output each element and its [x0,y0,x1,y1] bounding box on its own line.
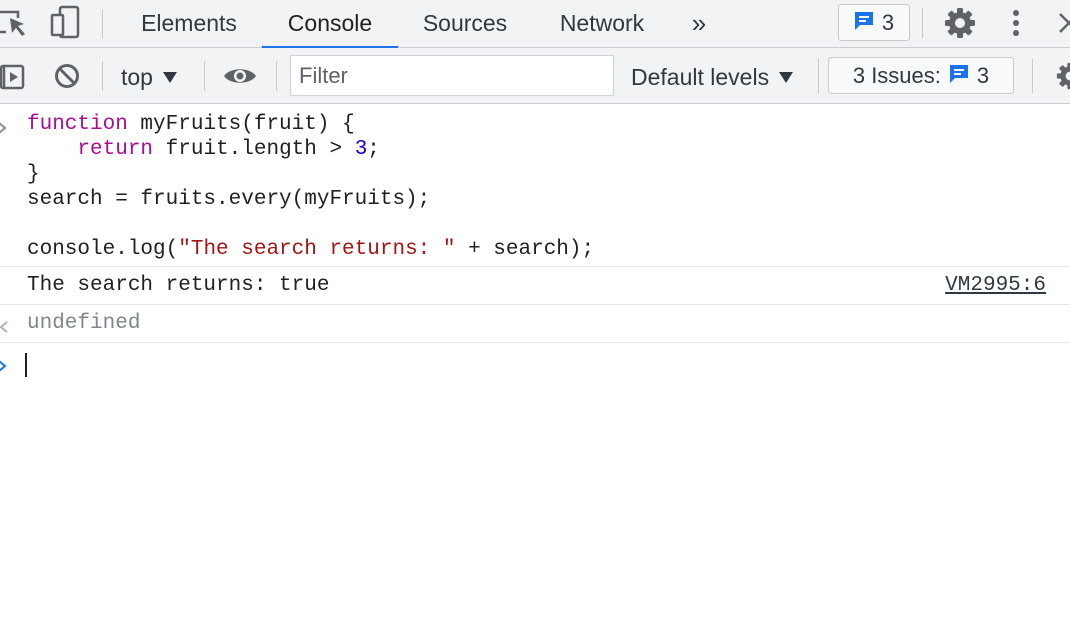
code-token: fruit.length > [153,138,355,161]
code-token: + search); [455,238,595,261]
toolbar-divider [102,10,103,38]
return-value: undefined [27,312,141,335]
log-levels-label: Default levels [631,63,770,90]
code-token: search = fruits.every(myFruits); [27,188,431,211]
tab-network[interactable]: Network [544,0,660,48]
log-levels-dropdown[interactable]: Default levels [631,62,794,92]
code-token: "The search returns: " [178,238,456,261]
console-prompt-line[interactable] [0,343,1070,389]
tab-console[interactable]: Console [262,0,398,49]
code-token: ; [367,138,380,161]
tab-elements[interactable]: Elements [126,0,252,48]
console-output: function myFruits(fruit) { return fruit.… [0,104,1070,628]
eye-icon[interactable] [223,65,257,87]
console-prompt-icon [0,119,9,134]
device-toolbar-icon[interactable] [50,5,82,39]
code-token: myFruits(fruit) { [127,113,355,136]
console-log-entry: The search returns: true VM2995:6 [0,267,1070,305]
sidebar-toggle-icon[interactable] [0,64,26,90]
gear-icon[interactable] [1056,62,1070,90]
issues-label: 3 Issues: [852,62,941,88]
messages-count: 3 [881,9,895,35]
code-token: return [77,138,154,161]
toolbar-divider [204,61,205,91]
code-line: function myFruits(fruit) { [27,112,355,137]
context-selector[interactable]: top [121,62,177,92]
filter-input[interactable] [290,55,614,96]
toolbar-divider [1032,59,1033,93]
clear-console-icon[interactable] [54,63,80,89]
log-message: The search returns: true [27,274,330,297]
toolbar-divider [102,61,103,91]
gear-icon[interactable] [944,7,976,39]
issues-button[interactable]: 3 Issues: 3 [828,57,1014,94]
issues-count: 3 [976,62,990,88]
code-line: return fruit.length > 3; [27,137,380,162]
tab-sources[interactable]: Sources [408,0,522,48]
toolbar-divider [276,61,277,91]
toolbar-divider [922,8,923,38]
chevron-double-right-icon[interactable]: » [684,0,714,48]
devtools-tab-bar: Elements Console Sources Network » 3 [0,0,1070,49]
code-token: console.log( [27,238,179,261]
code-line: console.log("The search returns: " + sea… [27,237,594,262]
code-token: 3 [354,138,368,161]
source-link[interactable]: VM2995:6 [945,273,1046,298]
text-cursor [25,353,27,377]
code-token: function [27,113,128,136]
console-toolbar: top Default levels 3 Issues: 3 [0,48,1070,104]
console-input-entry: function myFruits(fruit) { return fruit.… [0,104,1070,267]
inspect-element-icon[interactable] [0,8,28,38]
return-arrow-icon [0,318,9,333]
messages-badge-button[interactable]: 3 [838,4,910,41]
kebab-menu-icon[interactable] [1010,9,1022,39]
code-line: } [27,162,40,187]
code-token: } [27,163,40,186]
toolbar-divider [818,59,819,93]
console-prompt-icon [0,357,9,372]
code-line: search = fruits.every(myFruits); [27,187,430,212]
message-icon [854,10,874,36]
dropdown-triangle-icon [162,71,177,83]
message-icon [949,63,969,89]
dropdown-triangle-icon [779,71,794,83]
context-selector-label: top [121,63,153,90]
close-icon[interactable] [1058,12,1070,34]
console-result-entry: undefined [0,305,1070,343]
